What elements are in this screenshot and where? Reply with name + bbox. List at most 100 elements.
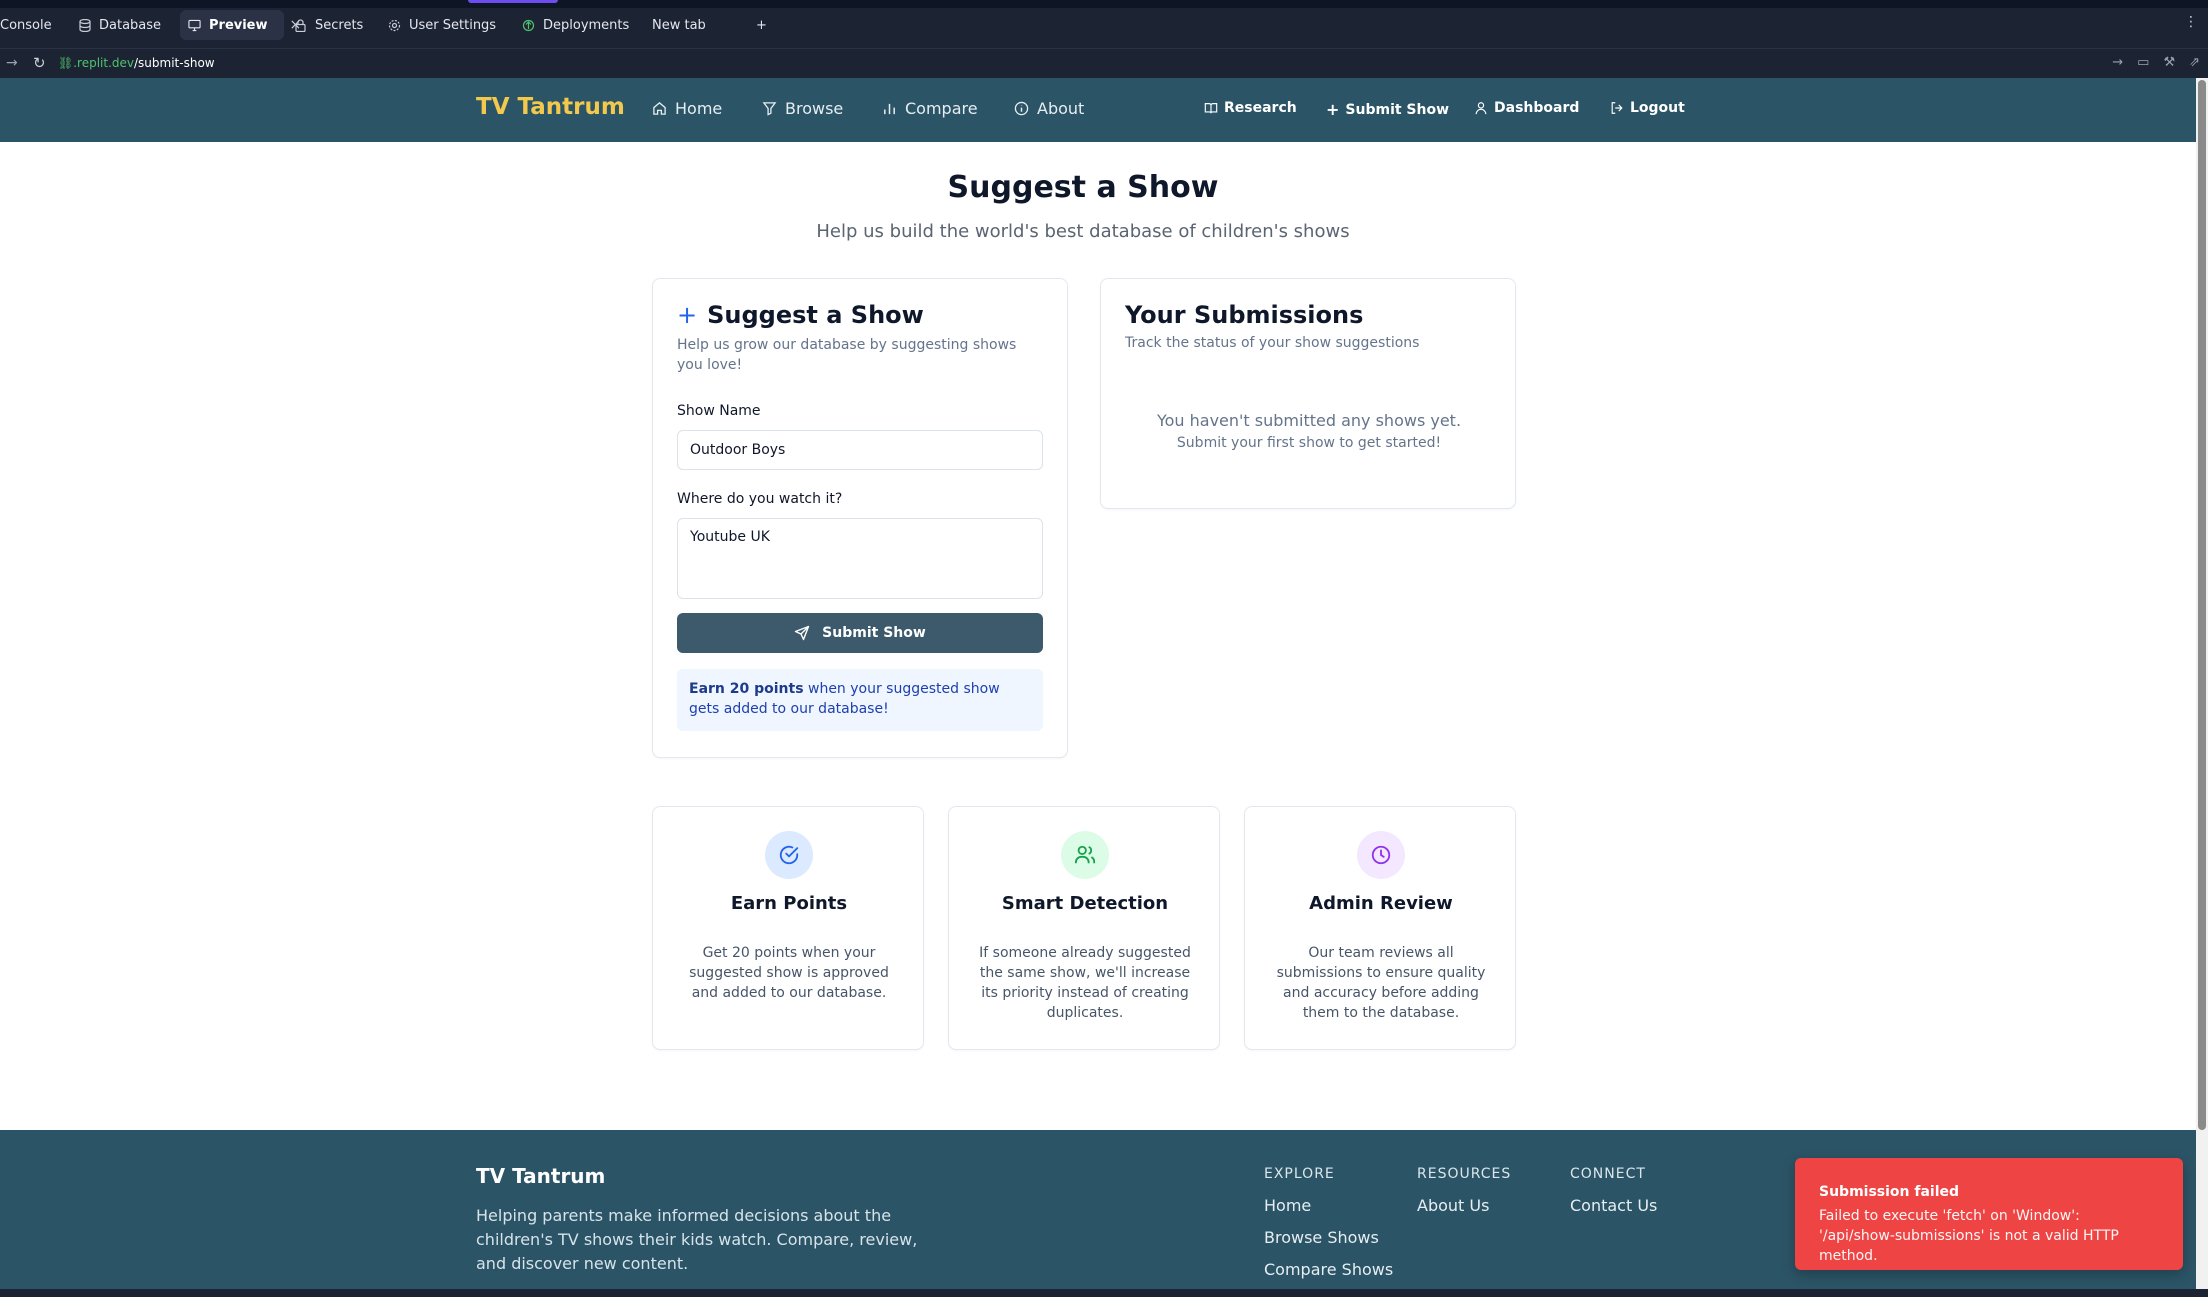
send-icon [794,625,810,641]
footer-link[interactable]: Contact Us [1570,1196,1657,1215]
nav-home[interactable]: Home [652,99,722,118]
nav-research[interactable]: Research [1204,100,1297,116]
tab-label: New tab [652,17,706,33]
scrollbar-thumb[interactable] [2198,80,2206,1130]
points-bold: Earn 20 points [689,681,804,697]
plus-icon: + [677,301,698,329]
lock-icon [294,18,307,32]
address-bar: → ↻ ⛓.replit.dev/submit-show → ▭ ⚒ ⇗ [0,48,2208,78]
footer-brand: TV Tantrum [476,1164,606,1188]
nav-compare[interactable]: Compare [882,99,978,118]
users-icon [1061,831,1109,879]
check-circle-icon [765,831,813,879]
feature-description: Get 20 points when your suggested show i… [689,945,889,1001]
monitor-icon [188,19,201,32]
footer-heading: RESOURCES [1417,1166,1512,1182]
error-toast[interactable]: Submission failed Failed to execute 'fet… [1795,1158,2183,1270]
tab-label: Preview [209,17,268,33]
info-icon [1014,101,1029,116]
footer-col-resources: RESOURCES About Us [1417,1166,1512,1215]
url-field[interactable]: ⛓.replit.dev/submit-show [58,56,215,70]
form-description: Help us grow our database by suggesting … [677,337,1017,373]
tab-database[interactable]: Database [70,10,169,40]
feature-title: Smart Detection [1001,893,1169,914]
submit-show-button[interactable]: Submit Show [677,613,1043,653]
nav-about[interactable]: About [1014,99,1084,118]
user-icon [1475,102,1487,115]
show-name-value: Outdoor Boys [690,442,786,458]
footer-link[interactable]: Browse Shows [1264,1228,1379,1247]
feature-card-admin-review: Admin Review Our team reviews all submis… [1244,806,1516,1050]
submit-label: Submit Show [822,625,926,641]
add-tab-button[interactable]: + [748,10,775,40]
nav-logout[interactable]: Logout [1610,100,1685,116]
footer-link[interactable]: Home [1264,1196,1311,1215]
plus-icon: + [1326,100,1340,119]
submissions-description: Track the status of your show suggestion… [1125,335,1420,351]
where-value: Youtube UK [690,529,770,545]
tab-label: Deployments [543,17,630,33]
address-tools: → ▭ ⚒ ⇗ [2112,55,2200,70]
app-viewport: TV Tantrum Home Browse Compare About Res… [0,78,2196,1297]
ide-accent-bar [468,0,558,3]
nav-home-label: Home [675,99,723,118]
where-textarea[interactable]: Youtube UK [677,518,1043,599]
where-label: Where do you watch it? [677,491,843,507]
tab-deployments[interactable]: Deployments [514,10,637,40]
database-icon [78,18,91,32]
devices-icon[interactable]: ▭ [2137,55,2149,70]
reload-icon[interactable]: ↻ [33,54,46,72]
tab-label: Database [99,17,162,33]
nav-submit-show[interactable]: + Submit Show [1326,100,1449,119]
page-subtitle: Help us build the world's best database … [816,221,1350,242]
submissions-empty-sub: Submit your first show to get started! [1176,435,1442,451]
external-link-icon[interactable]: ⇗ [2189,55,2200,70]
filter-icon [762,102,777,116]
submissions-card: Your Submissions Track the status of you… [1100,278,1516,509]
feature-description: If someone already suggested the same sh… [979,945,1191,1021]
suggest-form-card: + Suggest a Show Help us grow our databa… [652,278,1068,758]
deploy-icon [522,19,535,32]
gear-icon [388,19,401,32]
tab-console[interactable]: Console [0,10,60,40]
page-scrollbar[interactable] [2196,78,2208,1297]
feature-title: Earn Points [730,893,848,914]
footer-heading: EXPLORE [1264,1166,1335,1182]
forward-icon[interactable]: → [6,55,18,71]
link-icon: ⛓ [58,56,74,70]
footer-tagline: Helping parents make informed decisions … [476,1206,918,1273]
feature-description: Our team reviews all submissions to ensu… [1276,945,1486,1021]
forward-icon[interactable]: → [2112,55,2123,70]
more-icon[interactable]: ⋮ [2184,14,2198,30]
footer-col-explore: EXPLORE Home Browse Shows Compare Shows [1264,1166,1393,1279]
bottom-strip [0,1289,2208,1297]
feature-card-smart-detection: Smart Detection If someone already sugge… [948,806,1220,1050]
logout-icon [1611,102,1623,114]
tab-new[interactable]: New tab [644,10,714,40]
clock-icon [1357,831,1405,879]
wrench-icon[interactable]: ⚒ [2163,55,2175,70]
url-path: /submit-show [134,56,215,70]
tab-secrets[interactable]: Secrets [286,10,371,40]
brand-logo[interactable]: TV Tantrum [476,94,625,120]
site-navbar: TV Tantrum Home Browse Compare About Res… [0,78,2196,142]
feature-card-earn-points: Earn Points Get 20 points when your sugg… [652,806,924,1050]
nav-dashboard-label: Dashboard [1494,100,1580,116]
form-title: + Suggest a Show [677,301,924,329]
show-name-input[interactable]: Outdoor Boys [677,430,1043,470]
nav-browse-label: Browse [785,99,844,118]
nav-dashboard[interactable]: Dashboard [1474,100,1579,116]
tab-label: Console [0,17,52,33]
tab-preview[interactable]: Preview × [180,10,301,40]
footer-link[interactable]: Compare Shows [1264,1260,1393,1279]
footer-link[interactable]: About Us [1417,1196,1489,1215]
nav-compare-label: Compare [905,99,978,118]
tab-label: User Settings [409,17,497,33]
tab-user-settings[interactable]: User Settings [380,10,504,40]
nav-browse[interactable]: Browse [762,99,843,118]
submissions-title: Your Submissions [1125,301,1364,329]
url-host: .replit.dev [73,56,135,70]
toast-message: Failed to execute 'fetch' on 'Window': '… [1819,1208,2119,1264]
plus-icon: + [756,17,767,33]
form-title-text: Suggest a Show [707,301,924,329]
